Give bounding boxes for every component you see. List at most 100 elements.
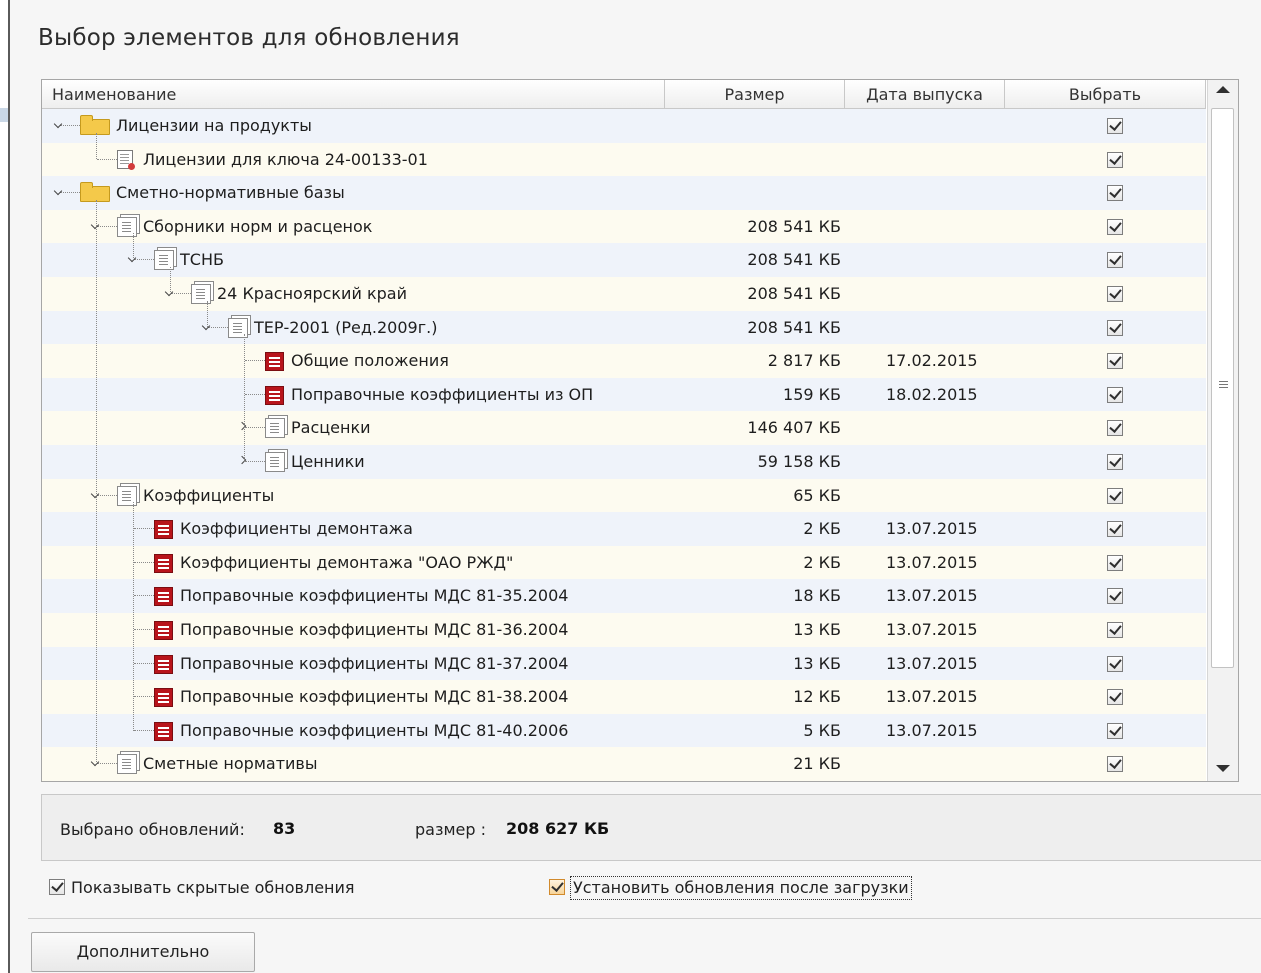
- tree-row[interactable]: Сметные нормативы 21 КБ: [42, 747, 1206, 781]
- scroll-down-arrow-icon[interactable]: [1216, 765, 1230, 772]
- tree-row[interactable]: Ценники 59 158 КБ: [42, 444, 1206, 479]
- red-document-icon: [154, 654, 173, 674]
- tree-item-name: 24 Красноярский край: [217, 283, 407, 303]
- tree-row[interactable]: Поправочные коэффициенты МДС 81-36.2004 1…: [42, 612, 1206, 647]
- select-checkbox[interactable]: [1107, 621, 1123, 638]
- tree-connector: [97, 158, 117, 160]
- tree-row[interactable]: Поправочные коэффициенты МДС 81-38.2004 1…: [42, 680, 1206, 714]
- select-checkbox[interactable]: [1107, 756, 1123, 773]
- select-checkbox[interactable]: [1107, 218, 1123, 235]
- tree-row[interactable]: Поправочные коэффициенты МДС 81-35.2004 1…: [42, 579, 1206, 613]
- select-checkbox[interactable]: [1107, 554, 1123, 571]
- column-header-select[interactable]: Выбрать: [1005, 80, 1206, 108]
- tree-item-size: 13 КБ: [793, 619, 841, 639]
- tree-item-size: 208 541 КБ: [747, 250, 841, 270]
- window-edge-marker: [0, 108, 8, 122]
- tree-item-size: 208 541 КБ: [747, 283, 841, 303]
- select-checkbox[interactable]: [1107, 588, 1123, 605]
- tree-row[interactable]: Коэффициенты демонтажа "ОАО РЖД" 2 КБ 13.0…: [42, 545, 1206, 580]
- column-header-date[interactable]: Дата выпуска: [845, 80, 1005, 108]
- tree-item-size: 146 407 КБ: [747, 418, 841, 438]
- select-checkbox[interactable]: [1107, 151, 1123, 168]
- select-checkbox[interactable]: [1107, 285, 1123, 302]
- column-header-size[interactable]: Размер: [665, 80, 845, 108]
- select-checkbox[interactable]: [1107, 487, 1123, 504]
- more-options-button[interactable]: Дополнительно: [31, 932, 255, 972]
- checkbox-checked-icon[interactable]: [49, 879, 65, 895]
- tree-item-size: 2 817 КБ: [767, 351, 841, 371]
- red-document-icon: [154, 688, 173, 708]
- tree-item-date: 13.07.2015: [886, 653, 978, 673]
- update-tree-grid[interactable]: Наименование Размер Дата выпуска Выбрать…: [41, 79, 1239, 782]
- vertical-scrollbar[interactable]: [1207, 80, 1238, 781]
- checkbox-checked-icon[interactable]: [549, 879, 565, 895]
- column-header-name[interactable]: Наименование: [42, 80, 665, 108]
- tree-row[interactable]: ТСНБ 208 541 КБ: [42, 243, 1206, 277]
- tree-item-name: Поправочные коэффициенты МДС 81-35.2004: [180, 586, 569, 606]
- tree-item-date: 13.07.2015: [886, 586, 978, 606]
- tree-row[interactable]: 24 Красноярский край 208 541 КБ: [42, 276, 1206, 311]
- document-stack-icon: [154, 250, 174, 271]
- tree-item-date: 17.02.2015: [886, 351, 978, 371]
- select-checkbox[interactable]: [1107, 386, 1123, 403]
- tree-item-size: 18 КБ: [793, 586, 841, 606]
- red-document-icon: [154, 520, 173, 540]
- select-checkbox[interactable]: [1107, 118, 1123, 134]
- select-checkbox[interactable]: [1107, 689, 1123, 706]
- collapse-arrow-icon[interactable]: [54, 186, 64, 196]
- tree-item-date: 18.02.2015: [886, 384, 978, 404]
- tree-row[interactable]: Коэффициенты демонтажа 2 КБ 13.07.2015: [42, 512, 1206, 546]
- red-document-icon: [265, 385, 284, 405]
- tree-item-name: Расценки: [291, 418, 371, 438]
- select-checkbox[interactable]: [1107, 353, 1123, 370]
- collapse-arrow-icon[interactable]: [54, 119, 64, 129]
- tree-row[interactable]: Сборники норм и расценок 208 541 КБ: [42, 209, 1206, 244]
- tree-item-name: ТСНБ: [180, 250, 224, 270]
- tree-row[interactable]: Сметно-нормативные базы: [42, 176, 1206, 210]
- tree-row[interactable]: Лицензии на продукты: [42, 109, 1206, 143]
- scroll-up-arrow-icon[interactable]: [1216, 86, 1230, 93]
- tree-item-name: Поправочные коэффициенты МДС 81-38.2004: [180, 687, 569, 707]
- tree-row[interactable]: Расценки 146 407 КБ: [42, 411, 1206, 445]
- document-stack-icon: [117, 485, 137, 506]
- document-stack-icon: [265, 418, 285, 439]
- tree-rows: Лицензии на продукты Лицензии для ключа 2…: [42, 109, 1206, 781]
- red-document-icon: [154, 587, 173, 607]
- tree-row[interactable]: ТЕР-2001 (Ред.2009г.) 208 541 КБ: [42, 310, 1206, 345]
- install-after-download-label[interactable]: Установить обновления после загрузки: [570, 876, 912, 900]
- tree-row[interactable]: Общие положения 2 817 КБ 17.02.2015: [42, 344, 1206, 378]
- select-checkbox[interactable]: [1107, 722, 1123, 739]
- tree-item-name: Ценники: [291, 451, 365, 471]
- show-hidden-updates-label[interactable]: Показывать скрытые обновления: [71, 877, 355, 899]
- tree-connector: [133, 233, 134, 261]
- tree-item-name: Коэффициенты демонтажа: [180, 519, 413, 539]
- select-checkbox[interactable]: [1107, 453, 1123, 470]
- tree-row[interactable]: Поправочные коэффициенты из ОП 159 КБ 18.0…: [42, 377, 1206, 412]
- scroll-grip-icon: [1219, 381, 1228, 382]
- tree-connector: [134, 628, 154, 630]
- select-checkbox[interactable]: [1107, 655, 1123, 672]
- document-stack-icon: [117, 754, 137, 775]
- tree-item-name: Сметно-нормативные базы: [116, 183, 345, 203]
- tree-item-size: 13 КБ: [793, 653, 841, 673]
- scroll-thumb[interactable]: [1211, 108, 1234, 668]
- tree-item-name: Поправочные коэффициенты МДС 81-37.2004: [180, 653, 569, 673]
- select-checkbox[interactable]: [1107, 420, 1123, 437]
- selected-size-value: 208 627 КБ: [506, 819, 610, 838]
- select-checkbox[interactable]: [1107, 521, 1123, 538]
- tree-item-name: Сборники норм и расценок: [143, 216, 373, 236]
- select-checkbox[interactable]: [1107, 252, 1123, 269]
- tree-row[interactable]: Поправочные коэффициенты МДС 81-40.2006 5…: [42, 713, 1206, 748]
- tree-row[interactable]: Лицензии для ключа 24-00133-01: [42, 142, 1206, 177]
- dialog-title: Выбор элементов для обновления: [38, 25, 460, 51]
- select-checkbox[interactable]: [1107, 319, 1123, 336]
- tree-connector: [245, 393, 265, 395]
- tree-row[interactable]: Поправочные коэффициенты МДС 81-37.2004 1…: [42, 646, 1206, 681]
- tree-header: Наименование Размер Дата выпуска Выбрать: [42, 80, 1206, 109]
- tree-item-size: 208 541 КБ: [747, 216, 841, 236]
- tree-item-size: 2 КБ: [803, 519, 841, 539]
- tree-row[interactable]: Коэффициенты 65 КБ: [42, 478, 1206, 513]
- tree-connector: [134, 595, 154, 597]
- select-checkbox[interactable]: [1107, 185, 1123, 202]
- selected-size-label: размер :: [415, 820, 487, 839]
